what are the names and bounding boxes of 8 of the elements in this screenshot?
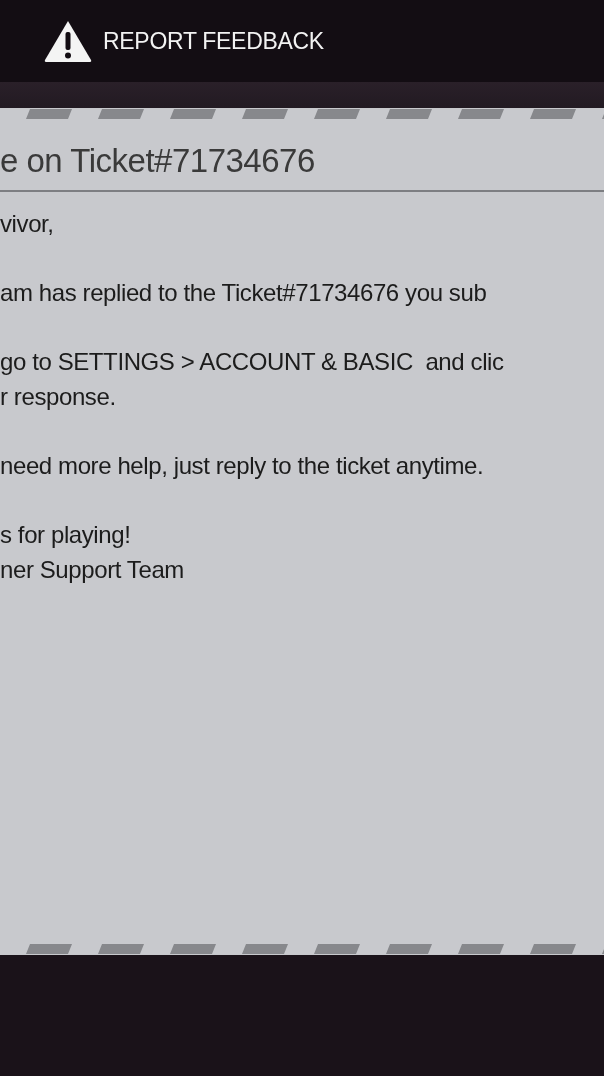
message-paragraph: need more help, just reply to the ticket anytime. — [0, 451, 484, 481]
header-title: REPORT FEEDBACK — [103, 27, 324, 55]
message-paragraph: vivor, — [0, 209, 54, 239]
warning-icon — [43, 19, 93, 63]
message-paragraph: am has replied to the Ticket#71734676 you sub — [0, 278, 487, 308]
message-subject: e on Ticket#71734676 — [0, 141, 316, 181]
message-paragraph: s for playing! ner Support Team — [0, 520, 184, 585]
message-paragraph: go to SETTINGS > ACCOUNT & BASIC and clic r response. — [0, 347, 504, 412]
